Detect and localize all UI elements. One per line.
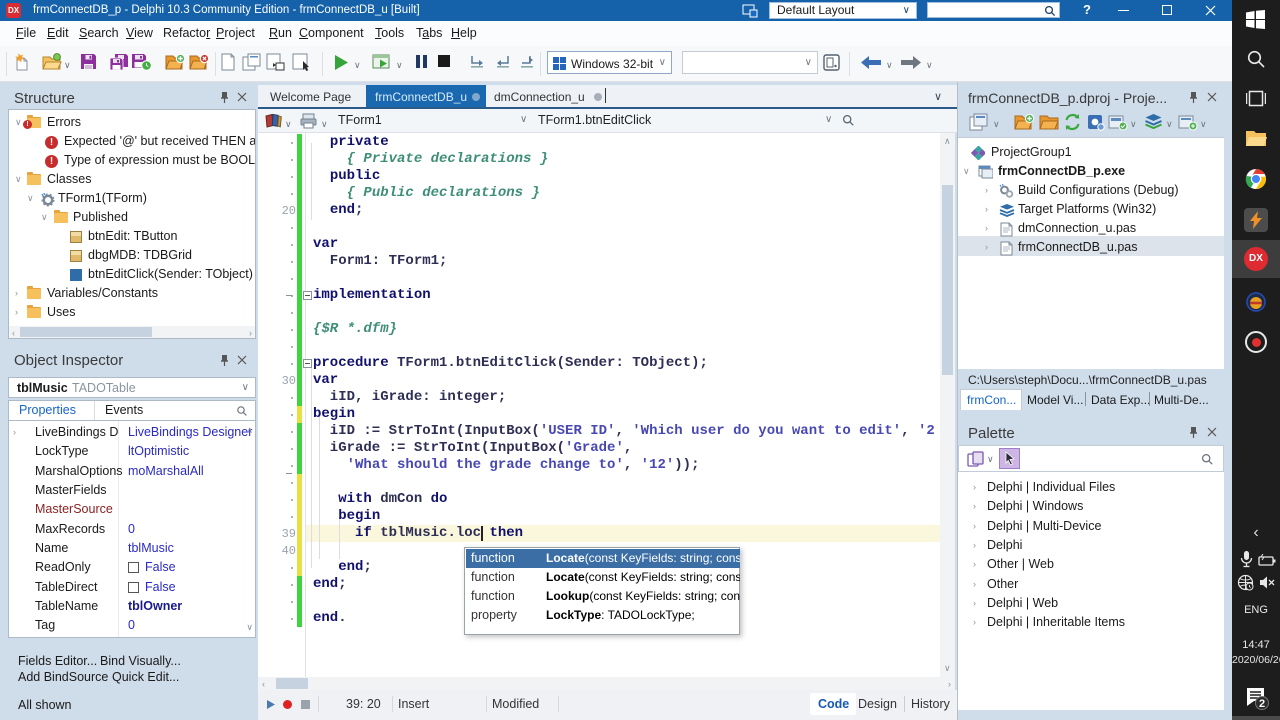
svg-text:2: 2	[1259, 698, 1265, 710]
